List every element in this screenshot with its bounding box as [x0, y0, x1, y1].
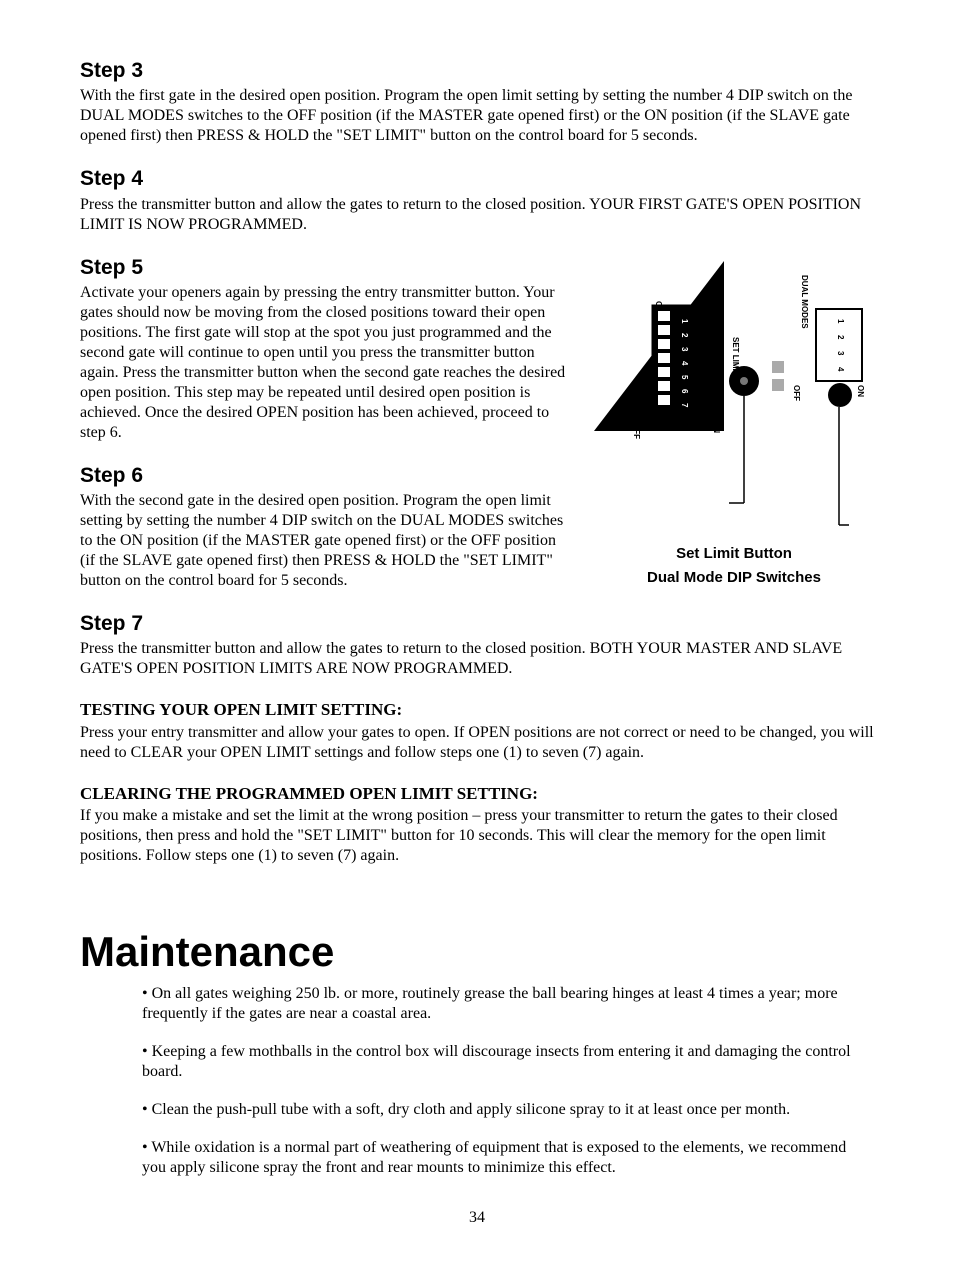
svg-text:3: 3	[680, 347, 689, 352]
callout-dual-mode: Dual Mode DIP Switches	[594, 569, 874, 588]
testing-body: Press your entry transmitter and allow y…	[80, 723, 874, 763]
label-dual-modes: DUAL MODES	[800, 275, 809, 329]
list-item: • On all gates weighing 250 lb. or more,…	[142, 984, 864, 1024]
list-item: • While oxidation is a normal part of we…	[142, 1138, 864, 1178]
label-on-bottom: ON	[712, 421, 721, 433]
svg-text:1: 1	[836, 319, 845, 324]
step6-title: Step 6	[80, 463, 574, 489]
maintenance-list: • On all gates weighing 250 lb. or more,…	[80, 984, 874, 1178]
clearing-title: CLEARING THE PROGRAMMED OPEN LIMIT SETTI…	[80, 783, 874, 804]
svg-text:5: 5	[680, 375, 689, 380]
step3-title: Step 3	[80, 58, 874, 84]
testing-title: TESTING YOUR OPEN LIMIT SETTING:	[80, 699, 874, 720]
maintenance-heading: Maintenance	[80, 926, 874, 979]
svg-text:3: 3	[836, 351, 845, 356]
svg-text:7: 7	[680, 403, 689, 408]
step4-body: Press the transmitter button and allow t…	[80, 195, 874, 235]
step5-body: Activate your openers again by pressing …	[80, 283, 574, 443]
page-number: 34	[80, 1208, 874, 1228]
control-board-diagram: ON OFF ON 1 2	[594, 261, 874, 589]
svg-text:4: 4	[836, 367, 845, 372]
svg-text:4: 4	[680, 361, 689, 366]
step3-body: With the first gate in the desired open …	[80, 86, 874, 146]
label-on-right: ON	[856, 385, 865, 397]
label-off-right: OFF	[792, 385, 801, 401]
list-item: • Keeping a few mothballs in the control…	[142, 1042, 864, 1082]
step6-body: With the second gate in the desired open…	[80, 491, 574, 591]
svg-text:6: 6	[680, 389, 689, 394]
step7-body: Press the transmitter button and allow t…	[80, 639, 874, 679]
svg-text:2: 2	[680, 333, 689, 338]
step7-title: Step 7	[80, 611, 874, 637]
callout-set-limit: Set Limit Button	[594, 545, 874, 564]
step4-title: Step 4	[80, 166, 874, 192]
svg-text:2: 2	[836, 335, 845, 340]
step5-title: Step 5	[80, 255, 574, 281]
list-item: • Clean the push-pull tube with a soft, …	[142, 1100, 864, 1120]
svg-text:1: 1	[680, 319, 689, 324]
label-off-left: OFF	[632, 423, 641, 439]
clearing-body: If you make a mistake and set the limit …	[80, 806, 874, 866]
